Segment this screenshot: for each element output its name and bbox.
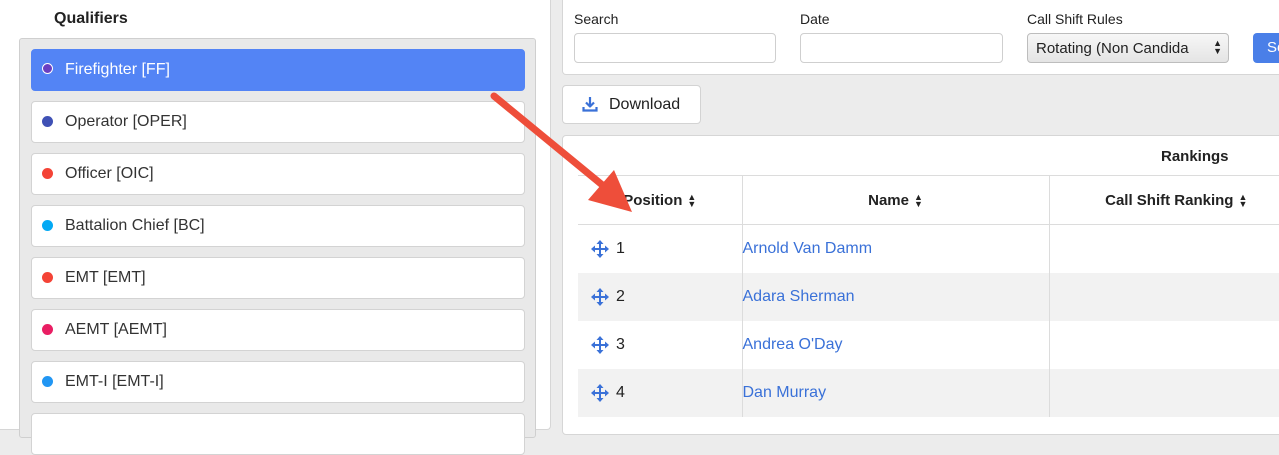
- position-number: 1: [616, 240, 625, 257]
- call-shift-ranking-cell: [1048, 273, 1279, 321]
- qualifier-item-officer[interactable]: Officer [OIC]: [31, 153, 525, 195]
- download-button[interactable]: Download: [562, 85, 701, 124]
- qualifier-item-partial[interactable]: [31, 413, 525, 455]
- column-header-call-shift-ranking[interactable]: Call Shift Ranking ▲ ▼: [1048, 175, 1279, 225]
- qualifiers-list: Firefighter [FF] Operator [OPER] Officer…: [19, 38, 536, 455]
- qualifier-label: AEMT [AEMT]: [65, 321, 167, 338]
- call-shift-ranking-cell: [1048, 224, 1279, 273]
- qualifier-label: Battalion Chief [BC]: [65, 217, 205, 234]
- qualifier-item-operator[interactable]: Operator [OPER]: [31, 101, 525, 143]
- qualifier-label: EMT-I [EMT-I]: [65, 373, 164, 390]
- submit-button-label: Se: [1267, 39, 1279, 56]
- table-row: 2 Adara Sherman: [578, 273, 1279, 321]
- position-number: 2: [616, 288, 625, 305]
- qualifier-item-aemt[interactable]: AEMT [AEMT]: [31, 309, 525, 351]
- sort-icon: ▲ ▼: [1238, 191, 1248, 209]
- drag-move-icon[interactable]: [591, 240, 609, 258]
- drag-move-icon[interactable]: [591, 336, 609, 354]
- qualifier-label: EMT [EMT]: [65, 269, 146, 286]
- filter-bar: Search Date Call Shift Rules Rotating (N…: [562, 0, 1279, 75]
- rankings-group-header: Rankings: [1161, 148, 1229, 165]
- table-row: 3 Andrea O'Day: [578, 321, 1279, 369]
- qualifier-color-dot: [42, 168, 53, 179]
- qualifier-label: Operator [OPER]: [65, 113, 187, 130]
- position-number: 4: [616, 384, 625, 401]
- qualifier-item-emt-i[interactable]: EMT-I [EMT-I]: [31, 361, 525, 403]
- member-name-link[interactable]: Dan Murray: [741, 369, 1049, 417]
- submit-button[interactable]: Se: [1253, 33, 1279, 63]
- date-input[interactable]: [800, 33, 1003, 63]
- call-shift-rules-value: Rotating (Non Candida: [1036, 40, 1189, 57]
- download-label: Download: [609, 96, 681, 113]
- sort-icon: ▲ ▼: [913, 191, 923, 209]
- member-name-link[interactable]: Adara Sherman: [741, 273, 1049, 321]
- call-shift-ranking-cell: [1048, 369, 1279, 417]
- column-header-label: Name: [868, 191, 909, 209]
- search-label: Search: [574, 11, 619, 27]
- column-header-label: Call Shift Ranking: [1105, 191, 1234, 209]
- position-cell: 4: [578, 369, 742, 417]
- download-icon: [582, 97, 598, 112]
- table-row: 4 Dan Murray: [578, 369, 1279, 417]
- date-label: Date: [800, 11, 830, 27]
- qualifier-item-firefighter[interactable]: Firefighter [FF]: [31, 49, 525, 91]
- call-shift-rules-label: Call Shift Rules: [1027, 11, 1123, 27]
- qualifiers-title: Qualifiers: [54, 10, 128, 27]
- qualifier-item-emt[interactable]: EMT [EMT]: [31, 257, 525, 299]
- qualifier-color-dot: [42, 376, 53, 387]
- select-arrows-icon: ▲ ▼: [1213, 38, 1222, 56]
- column-header-label: Position: [623, 191, 683, 209]
- sort-icon: ▲ ▼: [687, 191, 697, 209]
- call-shift-ranking-cell: [1048, 321, 1279, 369]
- drag-move-icon[interactable]: [591, 384, 609, 402]
- call-shift-rules-select[interactable]: Rotating (Non Candida ▲ ▼: [1027, 33, 1229, 63]
- table-row: 1 Arnold Van Damm: [578, 224, 1279, 274]
- qualifier-label: Firefighter [FF]: [65, 61, 170, 78]
- position-cell: 1: [578, 225, 742, 274]
- member-name-link[interactable]: Andrea O'Day: [741, 321, 1049, 369]
- column-header-name[interactable]: Name ▲ ▼: [741, 175, 1049, 225]
- qualifier-color-dot: [42, 116, 53, 127]
- qualifier-color-dot: [42, 220, 53, 231]
- qualifiers-panel: Qualifiers Firefighter [FF] Operator [OP…: [0, 0, 551, 455]
- qualifier-color-dot: [42, 63, 53, 74]
- search-input[interactable]: [574, 33, 776, 63]
- qualifier-label: Officer [OIC]: [65, 165, 154, 182]
- qualifier-color-dot: [42, 324, 53, 335]
- qualifier-color-dot: [42, 272, 53, 283]
- position-cell: 2: [578, 273, 742, 321]
- rankings-card: Rankings Position ▲ ▼ Name ▲ ▼ Call Shift Ra…: [562, 135, 1279, 435]
- position-cell: 3: [578, 321, 742, 369]
- column-header-position[interactable]: Position ▲ ▼: [578, 175, 742, 225]
- rankings-table: Position ▲ ▼ Name ▲ ▼ Call Shift Ranking ▲ ▼ 1…: [578, 175, 1279, 417]
- member-name-link[interactable]: Arnold Van Damm: [741, 224, 1049, 273]
- position-number: 3: [616, 336, 625, 353]
- drag-move-icon[interactable]: [591, 288, 609, 306]
- qualifier-item-battalion-chief[interactable]: Battalion Chief [BC]: [31, 205, 525, 247]
